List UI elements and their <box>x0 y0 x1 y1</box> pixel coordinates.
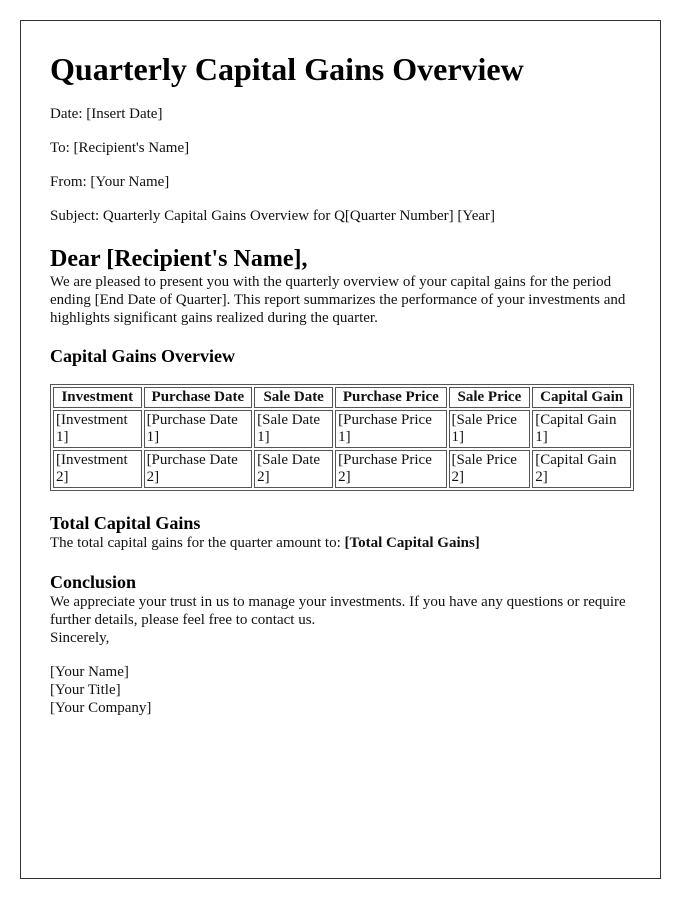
from-line: From: [Your Name] <box>50 174 170 190</box>
header-purchase-date: Purchase Date <box>143 387 253 408</box>
total-paragraph: The total capital gains for the quarter … <box>50 534 635 552</box>
to-line: To: [Recipient's Name] <box>50 140 190 156</box>
cell-sale-price: [Sale Price 1] <box>448 410 531 448</box>
salutation: Dear [Recipient's Name], <box>50 246 308 272</box>
total-heading: Total Capital Gains <box>50 513 201 533</box>
total-value: [Total Capital Gains] <box>344 535 480 551</box>
document-title: Quarterly Capital Gains Overview <box>50 51 524 87</box>
header-sale-date: Sale Date <box>254 387 334 408</box>
cell-sale-date: [Sale Date 2] <box>254 450 334 488</box>
cell-sale-price: [Sale Price 2] <box>448 450 531 488</box>
cell-investment: [Investment 1] <box>53 410 142 448</box>
letter-page: Quarterly Capital Gains Overview Date: [… <box>20 20 661 879</box>
closing: Sincerely, <box>50 630 110 646</box>
cell-sale-date: [Sale Date 1] <box>254 410 334 448</box>
header-purchase-price: Purchase Price <box>335 387 447 408</box>
cell-purchase-date: [Purchase Date 1] <box>143 410 253 448</box>
cell-purchase-price: [Purchase Price 1] <box>335 410 447 448</box>
cell-purchase-price: [Purchase Price 2] <box>335 450 447 488</box>
overview-heading: Capital Gains Overview <box>50 346 235 366</box>
subject-line: Subject: Quarterly Capital Gains Overvie… <box>50 208 495 224</box>
cell-capital-gain: [Capital Gain 1] <box>532 410 631 448</box>
table-header-row: Investment Purchase Date Sale Date Purch… <box>53 387 631 408</box>
date-line: Date: [Insert Date] <box>50 106 163 122</box>
header-investment: Investment <box>53 387 142 408</box>
signature-company: [Your Company] <box>50 700 152 716</box>
signature-name: [Your Name] <box>50 664 129 680</box>
intro-paragraph: We are pleased to present you with the q… <box>50 274 626 326</box>
cell-capital-gain: [Capital Gain 2] <box>532 450 631 488</box>
cell-investment: [Investment 2] <box>53 450 142 488</box>
header-capital-gain: Capital Gain <box>532 387 631 408</box>
table-row: [Investment 1] [Purchase Date 1] [Sale D… <box>53 410 631 448</box>
conclusion-paragraph: We appreciate your trust in us to manage… <box>50 594 626 628</box>
signature-block: [Your Name] [Your Title] [Your Company] <box>50 663 635 717</box>
total-text: The total capital gains for the quarter … <box>50 535 345 551</box>
conclusion-heading: Conclusion <box>50 572 137 592</box>
signature-title: [Your Title] <box>50 682 121 698</box>
table-row: [Investment 2] [Purchase Date 2] [Sale D… <box>53 450 631 488</box>
letter-content: Quarterly Capital Gains Overview Date: [… <box>50 51 635 717</box>
header-sale-price: Sale Price <box>448 387 531 408</box>
cell-purchase-date: [Purchase Date 2] <box>143 450 253 488</box>
capital-gains-table: Investment Purchase Date Sale Date Purch… <box>50 384 634 491</box>
